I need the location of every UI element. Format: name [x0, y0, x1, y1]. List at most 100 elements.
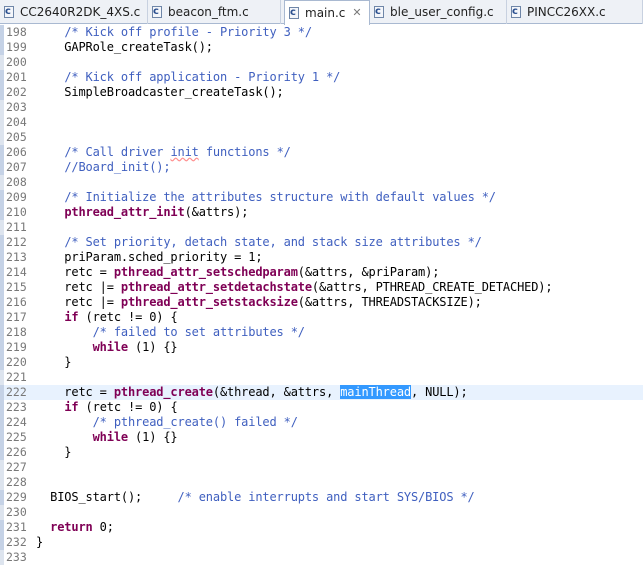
code-line[interactable]: 206 /* Call driver init functions */: [0, 145, 643, 160]
c-file-icon: c: [151, 5, 163, 19]
code-keyword: if: [64, 400, 79, 414]
code-editor[interactable]: 198 /* Kick off profile - Priority 3 */1…: [0, 25, 643, 567]
code-line[interactable]: 208: [0, 175, 643, 190]
code-line[interactable]: 212 /* Set priority, detach state, and s…: [0, 235, 643, 250]
code-line[interactable]: 201 /* Kick off application - Priority 1…: [0, 70, 643, 85]
code-keyword: if: [64, 310, 79, 324]
code-token: GAPRole_createTask();: [36, 40, 213, 54]
tab-label: beacon_ftm.c: [168, 5, 249, 19]
code-line[interactable]: 216 retc |= pthread_attr_setstacksize(&a…: [0, 295, 643, 310]
code-line[interactable]: 227: [0, 460, 643, 475]
code-line[interactable]: 202 SimpleBroadcaster_createTask();: [0, 85, 643, 100]
change-marker: [0, 355, 4, 370]
code-line[interactable]: 219 while (1) {}: [0, 340, 643, 355]
code-line[interactable]: 210 pthread_attr_init(&attrs);: [0, 205, 643, 220]
code-token: (retc != 0) {: [78, 400, 178, 414]
change-marker: [0, 280, 4, 295]
code-text: }: [36, 535, 43, 550]
line-number: 211: [6, 220, 27, 234]
line-number: 227: [6, 460, 27, 474]
code-line[interactable]: 200: [0, 55, 643, 70]
code-line[interactable]: 228: [0, 475, 643, 490]
line-number: 225: [6, 430, 27, 444]
code-comment: init: [170, 145, 199, 159]
line-number: 218: [6, 325, 27, 339]
change-marker: [0, 520, 4, 535]
change-marker: [0, 460, 4, 475]
code-line[interactable]: 217 if (retc != 0) {: [0, 310, 643, 325]
code-line[interactable]: 232}: [0, 535, 643, 550]
code-function-call: pthread_attr_setschedparam: [113, 265, 298, 279]
code-line[interactable]: 230: [0, 505, 643, 520]
code-line[interactable]: 226 }: [0, 445, 643, 460]
tab-ble-user-config-c[interactable]: c ble_user_config.c: [370, 0, 507, 24]
tab-pincc26xx-c[interactable]: c PINCC26XX.c: [507, 0, 643, 24]
code-line[interactable]: 214 retc = pthread_attr_setschedparam(&a…: [0, 265, 643, 280]
code-line[interactable]: 199 GAPRole_createTask();: [0, 40, 643, 55]
line-number: 217: [6, 310, 27, 324]
code-line[interactable]: 225 while (1) {}: [0, 430, 643, 445]
code-keyword: while: [92, 430, 129, 444]
code-line[interactable]: 198 /* Kick off profile - Priority 3 */: [0, 25, 643, 40]
code-line[interactable]: 204: [0, 115, 643, 130]
line-number: 228: [6, 475, 27, 489]
code-text: retc = pthread_attr_setschedparam(&attrs…: [36, 265, 439, 280]
line-number: 226: [6, 445, 27, 459]
code-line[interactable]: 229 BIOS_start(); /* enable interrupts a…: [0, 490, 643, 505]
line-number: 221: [6, 370, 27, 384]
change-marker: [0, 505, 4, 520]
code-token: 0;: [92, 520, 114, 534]
code-text: retc |= pthread_attr_setstacksize(&attrs…: [36, 295, 482, 310]
code-comment: //Board_init();: [64, 160, 171, 174]
code-line[interactable]: 205: [0, 130, 643, 145]
code-line[interactable]: 224 /* pthread_create() failed */: [0, 415, 643, 430]
line-number: 202: [6, 85, 27, 99]
code-line[interactable]: 233: [0, 550, 643, 565]
change-marker: [0, 550, 4, 565]
code-token: SimpleBroadcaster_createTask();: [36, 85, 284, 99]
code-token: }: [36, 445, 72, 459]
code-line[interactable]: 231 return 0;: [0, 520, 643, 535]
c-file-icon: c: [510, 5, 522, 19]
close-tab-icon[interactable]: ✕: [352, 7, 361, 19]
tab-label: main.c: [305, 6, 346, 20]
tab-beacon-ftm-c[interactable]: c beacon_ftm.c: [148, 0, 281, 24]
code-token: , NULL);: [410, 385, 468, 399]
change-marker: [0, 85, 4, 100]
code-line[interactable]: 207 //Board_init();: [0, 160, 643, 175]
code-line[interactable]: 221: [0, 370, 643, 385]
change-marker: [0, 55, 4, 70]
code-line[interactable]: 203: [0, 100, 643, 115]
code-token: }: [36, 535, 44, 549]
code-comment: functions */: [198, 145, 291, 159]
line-number: 198: [6, 25, 27, 39]
code-line[interactable]: 218 /* failed to set attributes */: [0, 325, 643, 340]
code-line[interactable]: 211: [0, 220, 643, 235]
code-text: GAPRole_createTask();: [36, 40, 213, 55]
line-number: 210: [6, 205, 27, 219]
code-token: (&attrs);: [184, 205, 249, 219]
code-text: retc = pthread_create(&thread, &attrs, m…: [36, 385, 468, 400]
line-number: 229: [6, 490, 27, 504]
tab-main-c[interactable]: c main.c ✕: [284, 0, 370, 25]
code-line[interactable]: 213 priParam.sched_priority = 1;: [0, 250, 643, 265]
c-file-icon: c: [373, 5, 385, 19]
selected-identifier: mainThread: [340, 385, 411, 399]
line-number: 233: [6, 550, 27, 564]
code-line[interactable]: 215 retc |= pthread_attr_setdetachstate(…: [0, 280, 643, 295]
code-line[interactable]: 220 }: [0, 355, 643, 370]
code-line[interactable]: 222 retc = pthread_create(&thread, &attr…: [0, 385, 643, 400]
code-token: (&attrs, &priParam);: [297, 265, 440, 279]
tab-cc2640r2dk-4xs-c[interactable]: c CC2640R2DK_4XS.c: [0, 0, 148, 24]
code-line[interactable]: 223 if (retc != 0) {: [0, 400, 643, 415]
code-line[interactable]: 209 /* Initialize the attributes structu…: [0, 190, 643, 205]
code-text: }: [36, 355, 71, 370]
code-comment: /* enable interrupts and start SYS/BIOS …: [177, 490, 475, 504]
